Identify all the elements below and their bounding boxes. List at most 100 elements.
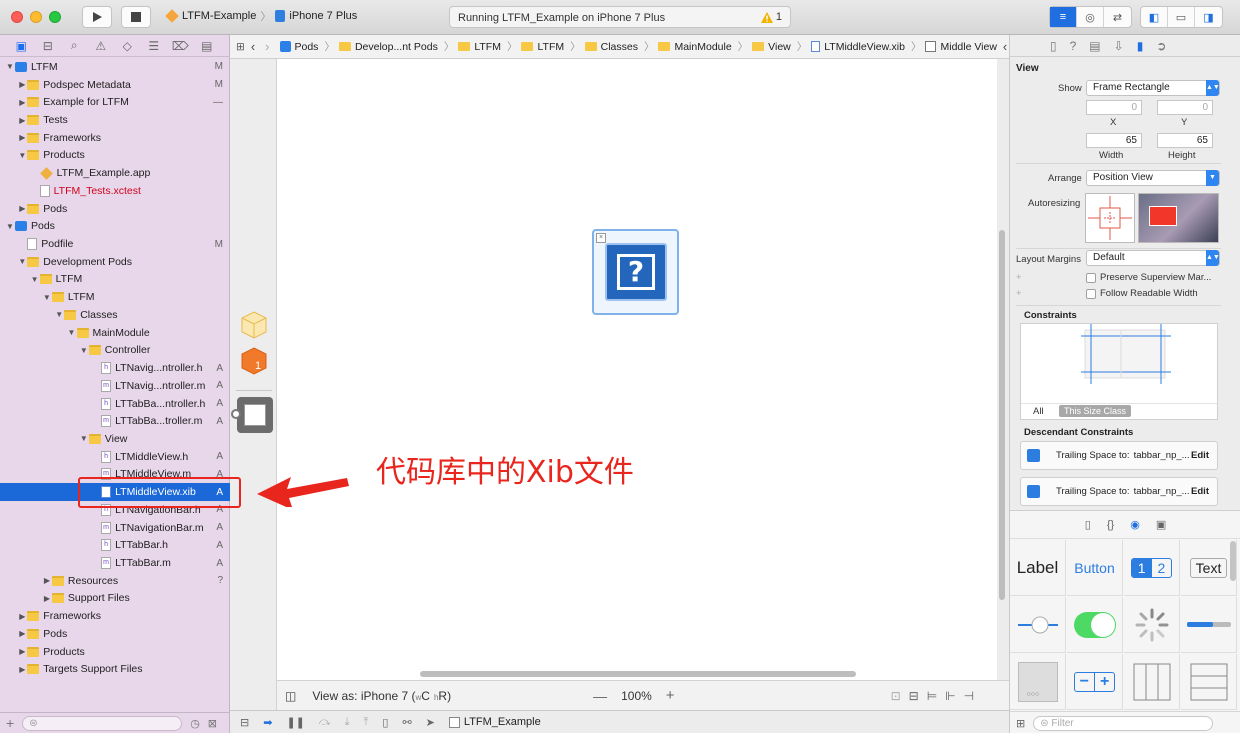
disclosure-open-icon[interactable]: ▼ (17, 257, 27, 266)
grid-view-icon[interactable]: ⊞ (1016, 717, 1025, 730)
recent-files-icon[interactable]: ◷ (190, 717, 200, 730)
navigator-item[interactable]: h LTNavig...ntroller.h A (0, 359, 230, 377)
navigator-item[interactable]: h LTTabBar.h A (0, 536, 230, 554)
identity-icon[interactable]: ▤ (1089, 39, 1100, 53)
standard-editor-icon[interactable]: ≡ (1050, 7, 1077, 27)
edit-constraint-button[interactable]: Edit (1191, 450, 1209, 461)
navigator-item[interactable]: ▼ MainModule (0, 324, 230, 342)
breadcrumb-item[interactable]: Middle View (925, 41, 997, 53)
close-window-button[interactable] (11, 11, 23, 23)
add-icon[interactable]: + (6, 715, 14, 731)
view-object-icon[interactable] (237, 397, 273, 433)
vertical-scrollbar[interactable] (999, 230, 1005, 600)
step-out-icon[interactable]: ⤒ (364, 716, 369, 729)
disclosure-closed-icon[interactable]: ▶ (17, 80, 27, 89)
edit-constraint-button[interactable]: Edit (1191, 486, 1209, 497)
disclosure-open-icon[interactable]: ▼ (17, 151, 27, 160)
y-field[interactable]: 0 (1157, 100, 1213, 115)
disclosure-open-icon[interactable]: ▼ (42, 293, 52, 302)
zoom-out-icon[interactable]: — (593, 688, 607, 704)
library-page-control[interactable]: ○○○ (1010, 654, 1066, 710)
target-selector[interactable]: LTFM_Example (448, 716, 541, 728)
arrange-popup[interactable]: Position View ▼ (1086, 170, 1220, 186)
library-filter-input[interactable]: ⊜ Filter (1033, 715, 1214, 731)
zoom-in-icon[interactable]: + (666, 687, 675, 704)
pause-icon[interactable]: ❚❚ (286, 716, 304, 729)
device-config-button[interactable]: View as: iPhone 7 ( w C h R) (312, 689, 451, 703)
disclosure-open-icon[interactable]: ▼ (30, 275, 40, 284)
navigator-item[interactable]: ▼ LTFM M (0, 58, 230, 76)
disclosure-open-icon[interactable]: ▼ (54, 310, 64, 319)
source-control-icon[interactable]: ⊟ (35, 39, 62, 53)
disclosure-open-icon[interactable]: ▼ (79, 346, 89, 355)
readable-width-checkbox[interactable] (1086, 289, 1096, 299)
navigator-item[interactable]: ▶ Pods (0, 200, 230, 218)
navigator-item[interactable]: ▼ Development Pods (0, 253, 230, 271)
size-inspector-icon[interactable]: ▮ (1137, 39, 1144, 53)
disclosure-closed-icon[interactable]: ▶ (17, 665, 27, 674)
navigator-item[interactable]: m LTTabBar.m A (0, 554, 230, 572)
disclosure-closed-icon[interactable]: ▶ (17, 133, 27, 142)
resolve-icon[interactable]: ⊣ (964, 689, 974, 703)
breakpoint-icon[interactable]: ⌦ (167, 39, 194, 53)
add-variation-icon[interactable]: + (1016, 288, 1022, 299)
breadcrumb-item[interactable]: Pods 〉 (279, 39, 335, 54)
navigator-item[interactable]: m LTNavigationBar.m A (0, 519, 230, 537)
horizontal-scrollbar[interactable] (420, 671, 856, 677)
navigator-item[interactable]: LTFM_Example.app (0, 164, 230, 182)
library-text-field[interactable]: Text (1181, 540, 1237, 596)
outline-toggle-icon[interactable]: ◫ (285, 689, 296, 703)
navigator-item[interactable]: ▶ Frameworks (0, 129, 230, 147)
library-scrollbar[interactable] (1230, 541, 1236, 581)
issue-icon[interactable]: ⚠ (88, 39, 115, 53)
breadcrumb-item[interactable]: LTFM 〉 (458, 39, 517, 54)
autoresizing-mask-control[interactable] (1085, 193, 1135, 243)
version-editor-icon[interactable]: ⇄ (1104, 7, 1131, 27)
help-icon[interactable]: ? (1070, 39, 1077, 53)
media-library-icon[interactable]: ▣ (1156, 518, 1166, 531)
step-in-icon[interactable]: ⤓ (345, 716, 350, 729)
update-frames-icon[interactable]: ⊡ (891, 689, 901, 703)
show-modified-icon[interactable]: ⊠ (208, 717, 217, 730)
navigator-item[interactable]: h LTMiddleView.h A (0, 448, 230, 466)
show-popup[interactable]: Frame Rectangle ▲▼ (1086, 80, 1220, 96)
navigator-item[interactable]: h LTTabBa...ntroller.h A (0, 395, 230, 413)
navigator-item[interactable]: m LTNavig...ntroller.m A (0, 377, 230, 395)
hide-debug-icon[interactable]: ⊟ (240, 716, 249, 729)
library-button[interactable]: Button (1067, 540, 1123, 596)
breadcrumb-item[interactable]: Classes 〉 (584, 39, 654, 54)
navigator-item[interactable]: ▼ View (0, 430, 230, 448)
toggle-inspector-icon[interactable]: ◨ (1195, 7, 1222, 27)
debug-icon[interactable]: ☰ (141, 39, 168, 53)
navigator-item[interactable]: ▼ Pods (0, 217, 230, 235)
disclosure-closed-icon[interactable]: ▶ (17, 612, 27, 621)
object-library-icon[interactable]: ◉ (1130, 518, 1140, 531)
first-responder-icon[interactable]: 1 (241, 347, 267, 375)
report-icon[interactable]: ▤ (194, 39, 221, 53)
back-icon[interactable]: ‹ (251, 39, 255, 54)
breadcrumb-item[interactable]: LTFM 〉 (521, 39, 581, 54)
breakpoints-icon[interactable]: ➡ (263, 716, 272, 729)
library-stepper[interactable]: − + (1067, 654, 1123, 710)
library-label[interactable]: Label (1010, 540, 1066, 596)
assistant-editor-icon[interactable]: ◎ (1077, 7, 1104, 27)
constraints-diagram[interactable]: All This Size Class (1020, 323, 1218, 420)
toggle-debug-icon[interactable]: ▭ (1168, 7, 1195, 27)
disclosure-closed-icon[interactable]: ▶ (17, 647, 27, 656)
middle-view[interactable]: × ? (592, 229, 679, 315)
test-icon[interactable]: ◇ (114, 39, 141, 53)
disclosure-open-icon[interactable]: ▼ (67, 328, 77, 337)
preserve-superview-checkbox[interactable] (1086, 273, 1096, 283)
stop-button[interactable] (121, 6, 151, 28)
navigator-filter-input[interactable]: ⊜ (22, 715, 183, 731)
x-field[interactable]: 0 (1086, 100, 1142, 115)
align-icon[interactable]: ⊨ (927, 689, 937, 703)
library-slider[interactable] (1010, 597, 1066, 653)
navigator-item[interactable]: ▼ LTFM (0, 271, 230, 289)
snippet-icon[interactable]: {} (1107, 519, 1114, 531)
pin-icon[interactable]: ⊩ (945, 689, 955, 703)
view-hierarchy-icon[interactable]: ▯ (382, 716, 388, 729)
close-icon[interactable]: × (596, 233, 606, 243)
disclosure-open-icon[interactable]: ▼ (5, 62, 15, 71)
library-stack-view-vertical[interactable] (1181, 654, 1237, 710)
